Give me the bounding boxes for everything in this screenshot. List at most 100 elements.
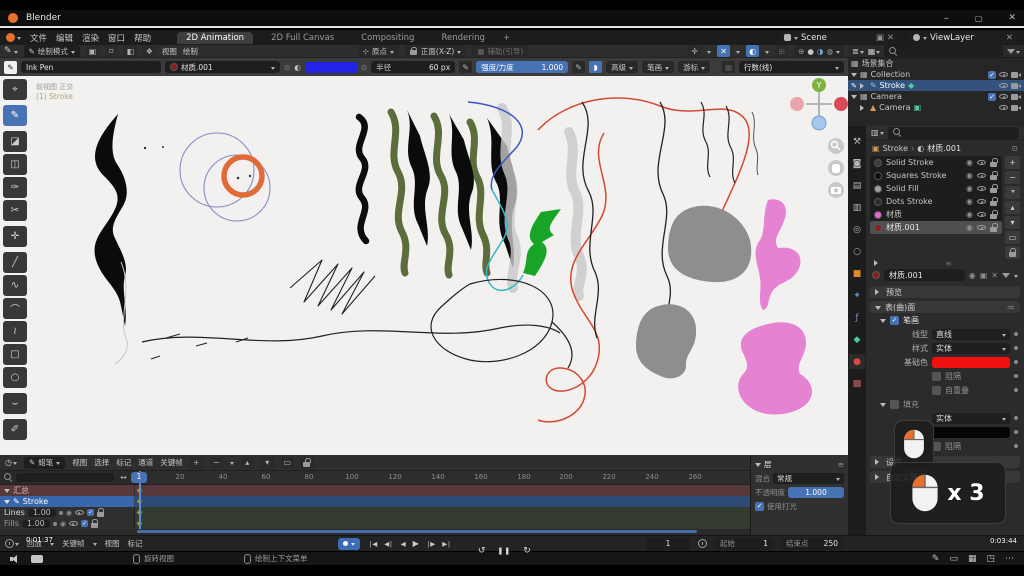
outliner-row-scene-collection[interactable]: ▦ 场景集合 (848, 58, 1024, 69)
eye-icon[interactable] (977, 197, 986, 206)
guides-toggle[interactable]: ▦辅助(引导) (472, 45, 528, 57)
menu-select[interactable]: 选择 (94, 457, 109, 468)
view-gizmo[interactable]: Y (790, 78, 848, 130)
menu-channel[interactable]: 通道 (138, 457, 153, 468)
auto-keying-button[interactable] (338, 538, 360, 550)
add-workspace-button[interactable]: + (503, 33, 510, 43)
viewport-canvas[interactable]: Y 前视图 正交 (1) Stroke (0, 76, 848, 455)
expand-icon[interactable] (851, 73, 857, 80)
shading-solid-icon[interactable]: ● (807, 47, 814, 56)
eye-icon[interactable] (999, 70, 1008, 79)
material-slot-active[interactable]: 材质.001 ◉ (870, 221, 1002, 234)
cursor-tool[interactable]: ⌖ (3, 79, 27, 100)
menu-view[interactable]: 视图 (105, 538, 120, 549)
outliner-row-stroke[interactable]: ✎ ✎ Stroke ◆ (848, 80, 1024, 91)
material-name-field[interactable]: 材质.001 (884, 269, 965, 281)
falloff-curve-icon[interactable]: ◗ (589, 61, 602, 73)
multiframe-icon[interactable]: ▣ (86, 45, 99, 57)
blender-menu-button[interactable] (6, 33, 21, 42)
drawing-plane-selector[interactable]: 正面(X-Z) (405, 45, 466, 57)
snap-icon[interactable]: ◧ (124, 45, 137, 57)
draw-tool[interactable]: ✎ (3, 105, 27, 126)
breadcrumb-object[interactable]: Stroke (883, 144, 909, 153)
box-tool[interactable]: □ (3, 344, 27, 365)
show-overlays-icon[interactable]: ✕ (717, 45, 730, 57)
outliner-row-collection[interactable]: ▦ Collection ✓ (848, 69, 1024, 80)
channel-fills[interactable]: Fills 1.00 ◉ ✓ (0, 518, 750, 529)
maximize-button[interactable]: ▢ (975, 14, 983, 23)
material-selector[interactable]: 材质.001 (165, 61, 280, 73)
active-layer-selector[interactable]: 行数(线) (739, 61, 844, 73)
use-lights-checkbox[interactable]: ✓ (87, 509, 94, 516)
lock-icon[interactable] (990, 210, 998, 219)
unlink-material-icon[interactable]: ✕ (991, 271, 998, 280)
fill-section-header[interactable]: 填充 (866, 397, 1024, 411)
eye-icon[interactable] (977, 184, 986, 193)
viewport-nav[interactable] (828, 138, 844, 198)
horizontal-scrollbar[interactable] (137, 530, 697, 533)
outliner-row-camera-collection[interactable]: ▦ Camera ✓ (848, 91, 1024, 102)
collection-checkbox[interactable]: ✓ (988, 71, 996, 79)
properties-search-input[interactable] (888, 127, 1019, 139)
eye-icon[interactable] (75, 508, 84, 517)
expand-icon[interactable] (860, 83, 867, 89)
axis-x-pos[interactable] (834, 97, 848, 111)
filter-icon[interactable] (1002, 273, 1010, 278)
mask-icon[interactable]: ◉ (60, 520, 66, 528)
outliner-row-camera-object[interactable]: ▲ Camera ▣ (848, 102, 1024, 113)
slot-specials-button[interactable] (1005, 186, 1020, 199)
line-tool[interactable]: ╱ (3, 252, 27, 273)
editor-type-button[interactable]: ◷ (5, 458, 17, 467)
fill-color-swatch[interactable] (932, 427, 1010, 438)
timeline-ruler[interactable]: 20 40 60 80 100 120 140 160 180 200 220 … (135, 471, 750, 484)
editor-type-button[interactable]: ✎ (4, 46, 18, 56)
remove-slot-button[interactable]: − (1005, 171, 1020, 184)
annotate-pencil-icon[interactable]: ✎ (932, 554, 940, 564)
show-panel-icon[interactable]: ▭ (281, 457, 294, 469)
move-slot-up-button[interactable]: ▴ (1005, 201, 1020, 214)
tab-object-data[interactable]: ◆ (849, 332, 865, 347)
tab-2d-full-canvas[interactable]: 2D Full Canvas (262, 32, 343, 44)
mode-selector[interactable]: ✎绘制模式 (24, 45, 80, 57)
tab-material[interactable]: ● (849, 354, 865, 369)
lock-icon[interactable] (990, 197, 998, 206)
xray-icon[interactable]: ◐ (746, 45, 759, 57)
strength-pressure-icon[interactable]: ✎ (572, 61, 585, 73)
eye-icon[interactable] (999, 81, 1008, 90)
holdout-checkbox[interactable] (932, 372, 941, 381)
animate-dot[interactable] (1014, 388, 1018, 392)
tab-rendering[interactable]: Rendering (432, 32, 493, 44)
tab-world[interactable]: ○ (849, 244, 865, 259)
lock-icon[interactable] (990, 184, 998, 193)
more-options-icon[interactable]: ⋯ (1005, 554, 1014, 564)
outliner-search-input[interactable] (884, 45, 1003, 57)
menu-window[interactable]: 窗口 (108, 32, 125, 44)
menu-view[interactable]: 视图 (162, 46, 177, 57)
menu-edit[interactable]: 编辑 (56, 32, 73, 44)
move-down-button[interactable]: ▾ (261, 457, 274, 469)
frame-end-field[interactable]: 结束点250 (781, 538, 843, 550)
unlink-scene-icon[interactable]: ✕ (887, 33, 894, 43)
play-button[interactable]: ▶ (413, 539, 418, 548)
shading-rendered-icon[interactable]: ◍ (826, 47, 833, 56)
dopesheet-mode-selector[interactable]: ✎蜡笔 (24, 457, 65, 469)
lock-icon[interactable] (97, 508, 105, 517)
forward-icon[interactable]: ↻ (523, 546, 531, 556)
interpolate-tool[interactable]: ⌣ (3, 393, 27, 414)
fullscreen-icon[interactable]: ◳ (986, 554, 995, 564)
tab-object[interactable]: ■ (849, 266, 865, 281)
frame-start-field[interactable]: 起始1 (715, 538, 773, 550)
radius-field[interactable]: 半径60 px (371, 61, 455, 73)
advanced-popover[interactable]: 高级 (606, 61, 638, 73)
menu-help[interactable]: 帮助 (134, 32, 151, 44)
show-gizmo-icon[interactable]: ✛ (688, 45, 701, 57)
animate-dot[interactable] (1014, 444, 1018, 448)
eye-icon[interactable] (999, 103, 1008, 112)
stroke-placement-selector[interactable]: ⊹原点 (358, 45, 399, 57)
brush-selector[interactable]: Ink Pen (21, 61, 161, 73)
tab-scene[interactable]: ◎ (849, 222, 865, 237)
remove-layer-button[interactable]: − (210, 457, 223, 469)
tab-texture[interactable]: ▩ (849, 376, 865, 391)
placement-icon[interactable]: ⌑ (105, 45, 118, 57)
animate-dot[interactable] (1014, 416, 1018, 420)
